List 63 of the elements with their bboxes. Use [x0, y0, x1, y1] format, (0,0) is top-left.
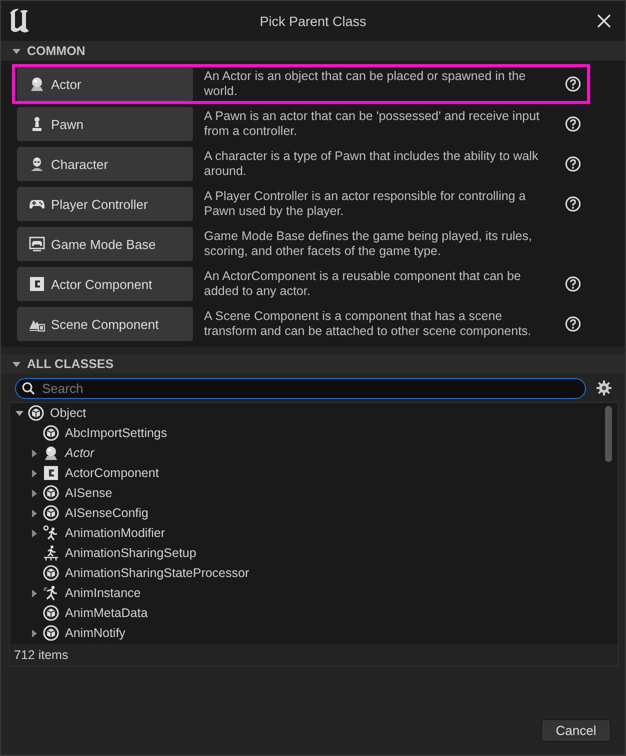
class-tree-item[interactable]: AnimInstance [65, 586, 141, 600]
help-icon[interactable] [565, 116, 581, 132]
class-tree-item[interactable]: AnimMetaData [65, 606, 148, 620]
class-description: Game Mode Base defines the game being played, its rules, scoring, and other facets of the game type. [204, 229, 533, 259]
class-button[interactable]: Character [17, 147, 193, 181]
class-tree-item[interactable]: AnimationSharingStateProcessor [65, 566, 250, 580]
class-description: An ActorComponent is a reusable component that can be added to any actor. [204, 269, 522, 299]
class-button[interactable]: Player Controller [17, 187, 193, 221]
cube-icon [43, 425, 59, 441]
cube-icon [43, 505, 59, 521]
cube-icon [43, 625, 59, 641]
scrollbar-thumb[interactable] [605, 406, 612, 462]
cube-icon [28, 405, 44, 421]
class-button[interactable]: Actor Component [17, 267, 193, 301]
class-tree-item[interactable]: AISense [65, 486, 112, 500]
class-description: A Player Controller is an actor responsible for controlling a Pawn used by the player. [204, 189, 527, 219]
class-tree-item[interactable]: AISenseConfig [65, 506, 148, 520]
class-description: A Scene Component is a component that has a scene transform and can be attached to other scene components. [204, 309, 532, 339]
close-button[interactable] [597, 14, 611, 28]
cube-icon [43, 485, 59, 501]
cube-icon [43, 605, 59, 621]
c-block-icon [29, 276, 45, 292]
section-header[interactable]: COMMON [12, 44, 86, 58]
cube-icon [43, 565, 59, 581]
class-tree-item[interactable]: AnimationSharingSetup [65, 546, 196, 560]
settings-button[interactable] [596, 380, 612, 396]
help-icon[interactable] [565, 316, 581, 332]
sphere-icon [43, 445, 59, 461]
help-icon[interactable] [565, 156, 581, 172]
running-figure-gear-icon [43, 525, 59, 541]
collapse-triangle-icon [12, 360, 21, 368]
class-button[interactable]: Actor [17, 67, 193, 101]
class-tree-item[interactable]: Actor [65, 446, 94, 460]
class-button[interactable]: Pawn [17, 107, 193, 141]
logo-icon [8, 7, 32, 35]
search-field[interactable]: Search [15, 378, 586, 398]
skull-icon [29, 156, 45, 172]
cancel-button[interactable]: Cancel [541, 719, 611, 742]
class-tree-item[interactable]: AnimNotify [65, 626, 126, 640]
running-figure-icon [43, 545, 59, 561]
class-tree-item[interactable]: ActorComponent [65, 466, 159, 480]
class-description: A Pawn is an actor that can be 'possessed' and receive input from a controller. [204, 109, 541, 139]
monitor-gamepad-icon [29, 236, 45, 252]
help-icon[interactable] [565, 276, 581, 292]
class-tree-item[interactable]: AbcImportSettings [65, 426, 168, 440]
section-header[interactable]: ALL CLASSES [12, 357, 114, 371]
item-count: 712 items [13, 647, 70, 664]
settings-icon [596, 380, 612, 396]
help-icon[interactable] [565, 76, 581, 92]
class-tree-item[interactable]: AnimationModifier [65, 526, 166, 540]
class-tree-item[interactable]: Object [50, 406, 86, 420]
class-button[interactable]: Scene Component [17, 307, 193, 341]
close-icon [597, 14, 611, 28]
collapse-triangle-icon [12, 46, 21, 56]
running-figure-icon [43, 585, 59, 601]
help-icon[interactable] [565, 196, 581, 212]
collapse-triangle-icon[interactable] [13, 408, 25, 418]
c-block-icon [43, 465, 59, 481]
class-description: A character is a type of Pawn that includes the ability to walk around. [204, 149, 540, 179]
sphere-icon [29, 76, 45, 92]
window-title: Pick Parent Class [258, 14, 368, 28]
class-button[interactable]: Game Mode Base [17, 227, 193, 261]
class-description: An Actor is an object that can be placed or spawned in the world. [204, 69, 527, 99]
